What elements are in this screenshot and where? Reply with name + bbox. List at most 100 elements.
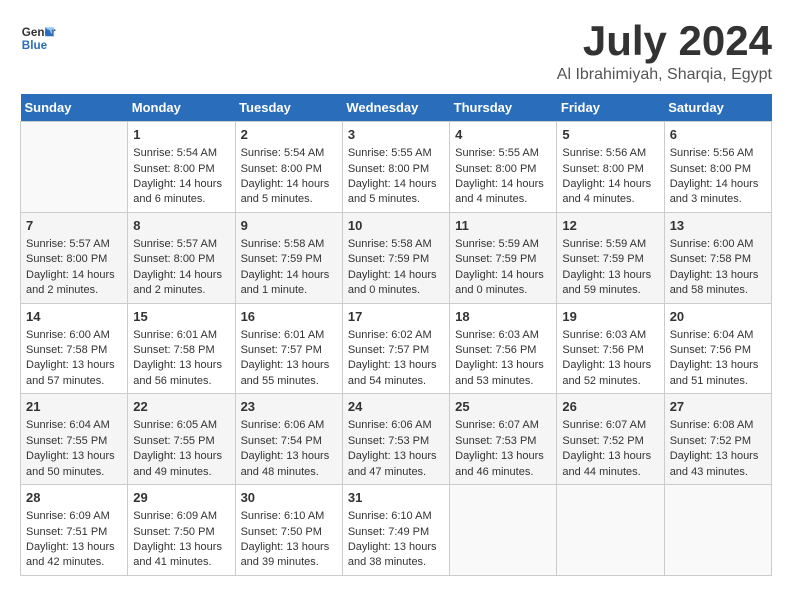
day-number: 27 (670, 398, 766, 416)
cell-text: Sunset: 7:55 PM (26, 434, 122, 449)
cell-text: Sunrise: 5:59 AM (562, 237, 658, 252)
cell-text: Sunrise: 6:09 AM (133, 509, 229, 524)
cell-text: Sunset: 8:00 PM (455, 162, 551, 177)
cell-text: Daylight: 13 hours (670, 449, 766, 464)
cell-text: Sunrise: 5:55 AM (455, 146, 551, 161)
day-header-friday: Friday (557, 94, 664, 122)
cell-text: Daylight: 13 hours (562, 449, 658, 464)
cell-text: and 4 minutes. (455, 192, 551, 207)
day-number: 15 (133, 308, 229, 326)
day-number: 12 (562, 217, 658, 235)
calendar-cell: 7Sunrise: 5:57 AMSunset: 8:00 PMDaylight… (21, 212, 128, 303)
cell-text: and 39 minutes. (241, 555, 337, 570)
cell-text: and 52 minutes. (562, 374, 658, 389)
cell-text: Sunset: 7:49 PM (348, 525, 444, 540)
day-number: 18 (455, 308, 551, 326)
cell-text: and 0 minutes. (455, 283, 551, 298)
cell-text: Sunrise: 5:55 AM (348, 146, 444, 161)
day-number: 4 (455, 126, 551, 144)
calendar-cell: 19Sunrise: 6:03 AMSunset: 7:56 PMDayligh… (557, 303, 664, 394)
cell-text: Daylight: 13 hours (670, 358, 766, 373)
cell-text: Sunrise: 5:57 AM (133, 237, 229, 252)
calendar-cell: 18Sunrise: 6:03 AMSunset: 7:56 PMDayligh… (450, 303, 557, 394)
cell-text: and 4 minutes. (562, 192, 658, 207)
cell-text: Sunset: 7:51 PM (26, 525, 122, 540)
cell-text: Sunrise: 6:02 AM (348, 328, 444, 343)
week-row-5: 28 Sunrise: 6:09 AM Sunset: 7:51 PM Dayligh… (21, 485, 772, 576)
cell-text: and 38 minutes. (348, 555, 444, 570)
cell-text: Sunrise: 5:56 AM (670, 146, 766, 161)
cell-text: and 47 minutes. (348, 465, 444, 480)
cell-text: Sunrise: 5:58 AM (241, 237, 337, 252)
cell-text: and 50 minutes. (26, 465, 122, 480)
page-header: General Blue July 2024 Al Ibrahimiyah, S… (20, 20, 772, 84)
day-header-saturday: Saturday (664, 94, 771, 122)
cell-text: Sunrise: 6:08 AM (670, 418, 766, 433)
month-title: July 2024 (557, 20, 772, 62)
cell-text: Daylight: 13 hours (562, 358, 658, 373)
calendar-cell: 16Sunrise: 6:01 AMSunset: 7:57 PMDayligh… (235, 303, 342, 394)
cell-text: Sunset: 7:59 PM (455, 252, 551, 267)
calendar-cell: 24Sunrise: 6:06 AMSunset: 7:53 PMDayligh… (342, 394, 449, 485)
cell-text: and 6 minutes. (133, 192, 229, 207)
cell-text: Sunset: 7:53 PM (455, 434, 551, 449)
cell-text: Sunset: 8:00 PM (133, 162, 229, 177)
cell-text: Daylight: 13 hours (348, 540, 444, 555)
cell-text: and 0 minutes. (348, 283, 444, 298)
cell-text: Sunrise: 6:05 AM (133, 418, 229, 433)
cell-text: Sunset: 7:58 PM (670, 252, 766, 267)
day-number: 2 (241, 126, 337, 144)
calendar-cell: 21Sunrise: 6:04 AMSunset: 7:55 PMDayligh… (21, 394, 128, 485)
day-header-wednesday: Wednesday (342, 94, 449, 122)
cell-text: Sunset: 7:50 PM (133, 525, 229, 540)
cell-text: and 55 minutes. (241, 374, 337, 389)
day-number: 3 (348, 126, 444, 144)
calendar-cell: 1Sunrise: 5:54 AMSunset: 8:00 PMDaylight… (128, 122, 235, 213)
cell-text: Sunset: 7:59 PM (348, 252, 444, 267)
cell-text: Sunrise: 6:01 AM (241, 328, 337, 343)
cell-text: Sunrise: 6:00 AM (670, 237, 766, 252)
day-number: 16 (241, 308, 337, 326)
cell-text: Sunrise: 5:56 AM (562, 146, 658, 161)
week-row-2: 7Sunrise: 5:57 AMSunset: 8:00 PMDaylight… (21, 212, 772, 303)
cell-text: Daylight: 13 hours (241, 540, 337, 555)
cell-text: and 44 minutes. (562, 465, 658, 480)
day-header-monday: Monday (128, 94, 235, 122)
calendar-cell: 11Sunrise: 5:59 AMSunset: 7:59 PMDayligh… (450, 212, 557, 303)
cell-text: and 43 minutes. (670, 465, 766, 480)
cell-text: and 5 minutes. (348, 192, 444, 207)
cell-text: Daylight: 14 hours (455, 177, 551, 192)
cell-text: and 56 minutes. (133, 374, 229, 389)
calendar-cell: 28Sunrise: 6:09 AMSunset: 7:51 PMDayligh… (21, 485, 128, 576)
cell-text: Sunset: 7:54 PM (241, 434, 337, 449)
calendar-cell: 3Sunrise: 5:55 AMSunset: 8:00 PMDaylight… (342, 122, 449, 213)
cell-text: Sunrise: 6:06 AM (348, 418, 444, 433)
calendar-cell: 2Sunrise: 5:54 AMSunset: 8:00 PMDaylight… (235, 122, 342, 213)
cell-text: Sunset: 8:00 PM (241, 162, 337, 177)
logo-icon: General Blue (20, 20, 56, 56)
cell-text: Sunset: 7:56 PM (455, 343, 551, 358)
calendar-cell: 17Sunrise: 6:02 AMSunset: 7:57 PMDayligh… (342, 303, 449, 394)
cell-text: and 48 minutes. (241, 465, 337, 480)
cell-text: Sunset: 7:59 PM (241, 252, 337, 267)
cell-text: Daylight: 14 hours (348, 177, 444, 192)
cell-text: Daylight: 13 hours (562, 268, 658, 283)
calendar-cell (557, 485, 664, 576)
calendar-cell: 5Sunrise: 5:56 AMSunset: 8:00 PMDaylight… (557, 122, 664, 213)
cell-text: and 59 minutes. (562, 283, 658, 298)
cell-text: Sunset: 7:55 PM (133, 434, 229, 449)
cell-text: Sunrise: 6:10 AM (241, 509, 337, 524)
cell-text: Sunset: 7:52 PM (562, 434, 658, 449)
calendar-cell: 30Sunrise: 6:10 AMSunset: 7:50 PMDayligh… (235, 485, 342, 576)
cell-text: Sunrise: 6:00 AM (26, 328, 122, 343)
cell-text: and 46 minutes. (455, 465, 551, 480)
calendar-cell (664, 485, 771, 576)
calendar-table: SundayMondayTuesdayWednesdayThursdayFrid… (20, 94, 772, 576)
calendar-cell: 20Sunrise: 6:04 AMSunset: 7:56 PMDayligh… (664, 303, 771, 394)
cell-text: Sunset: 8:00 PM (26, 252, 122, 267)
day-number: 28 (26, 489, 122, 507)
cell-text: Sunset: 7:50 PM (241, 525, 337, 540)
day-number: 13 (670, 217, 766, 235)
cell-text: Sunset: 7:56 PM (670, 343, 766, 358)
cell-text: Sunrise: 5:57 AM (26, 237, 122, 252)
